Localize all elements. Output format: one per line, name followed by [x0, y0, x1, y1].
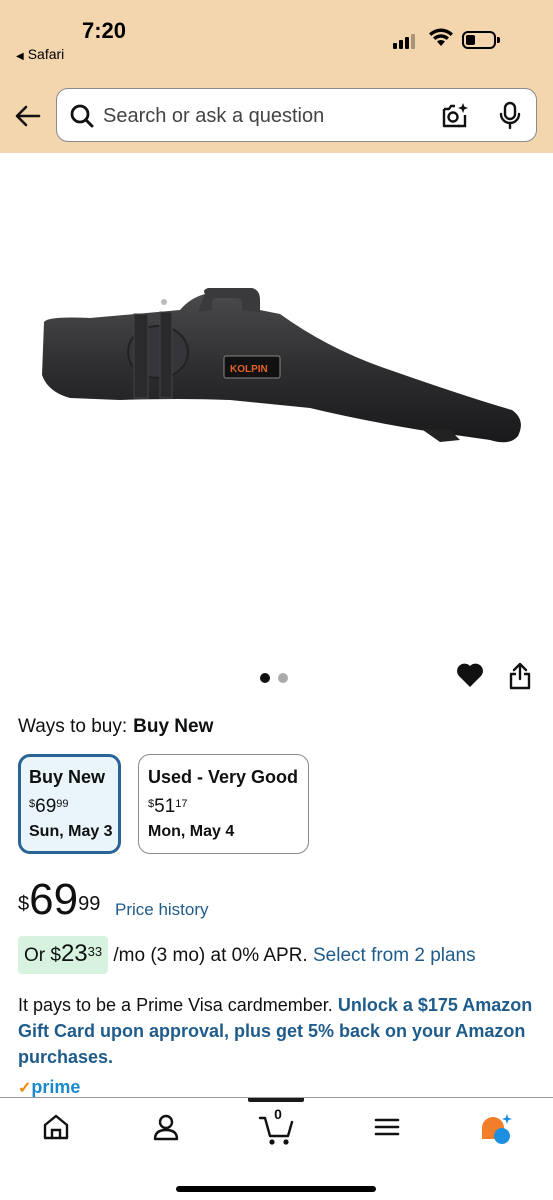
back-arrow-icon[interactable]: [14, 102, 42, 130]
ways-to-buy-selected: Buy New: [133, 716, 214, 737]
option-price: $6999: [29, 796, 69, 817]
cart-count: 0: [274, 1106, 282, 1122]
option-title: Buy New: [29, 767, 106, 787]
product-image[interactable]: KOLPIN: [30, 280, 530, 460]
product-brand-label: KOLPIN: [230, 364, 268, 375]
search-input[interactable]: [103, 103, 423, 129]
monthly-payment: Or $2333: [18, 936, 109, 974]
financing-terms: /mo (3 mo) at 0% APR.: [113, 945, 308, 966]
buy-option-new[interactable]: Buy New $6999 Sun, May 3: [18, 754, 121, 854]
bottom-navigation: 0: [0, 1097, 553, 1200]
active-tab-indicator: [248, 1098, 304, 1102]
ways-to-buy-label: Ways to buy:: [18, 716, 128, 737]
buy-option-used[interactable]: Used - Very Good $5117 Mon, May 4: [138, 754, 309, 854]
option-delivery-date: Sun, May 3: [29, 823, 113, 840]
ways-to-buy: Ways to buy: Buy New: [18, 716, 213, 738]
prime-visa-text: It pays to be a Prime Visa cardmember.: [18, 995, 333, 1015]
prime-visa-offer: It pays to be a Prime Visa cardmember. U…: [18, 992, 538, 1070]
search-icon: [70, 104, 94, 128]
product-price: $6999: [18, 875, 101, 924]
price-history-link[interactable]: Price history: [115, 900, 209, 920]
share-icon[interactable]: [508, 662, 532, 690]
option-title: Used - Very Good: [148, 767, 299, 787]
signal-icon: [393, 33, 417, 49]
select-plans-link[interactable]: Select from 2 plans: [313, 945, 476, 966]
carousel-dot-active[interactable]: [260, 673, 270, 683]
app-screen: 7:20 ◀ Safari Search or ask a question K…: [0, 0, 553, 1200]
menu-icon[interactable]: [374, 1112, 400, 1142]
prime-badge: ✓prime: [18, 1077, 81, 1097]
heart-icon[interactable]: [456, 662, 484, 688]
status-time: 7:20: [82, 18, 127, 43]
rufus-icon[interactable]: [479, 1112, 513, 1146]
carousel-dots[interactable]: [260, 670, 296, 688]
prime-check-icon: ✓: [18, 1080, 32, 1097]
financing-offer: Or $2333 /mo (3 mo) at 0% APR. Select fr…: [18, 936, 476, 974]
back-app-label: Safari: [27, 46, 65, 62]
back-to-safari-link[interactable]: ◀ Safari: [16, 46, 64, 62]
top-header: 7:20 ◀ Safari: [0, 0, 553, 153]
carousel-dot[interactable]: [278, 673, 288, 683]
option-price: $5117: [148, 796, 188, 817]
battery-icon: [462, 31, 500, 49]
home-indicator: [176, 1186, 376, 1192]
home-icon[interactable]: [41, 1112, 71, 1142]
back-triangle-icon: ◀: [16, 51, 24, 62]
option-delivery-date: Mon, May 4: [148, 823, 235, 840]
cart-button[interactable]: 0: [258, 1106, 294, 1146]
account-icon[interactable]: [152, 1112, 180, 1142]
mic-icon[interactable]: [498, 101, 522, 131]
search-bar[interactable]: [56, 88, 537, 142]
wifi-icon: [429, 28, 453, 46]
camera-icon[interactable]: [441, 101, 469, 129]
